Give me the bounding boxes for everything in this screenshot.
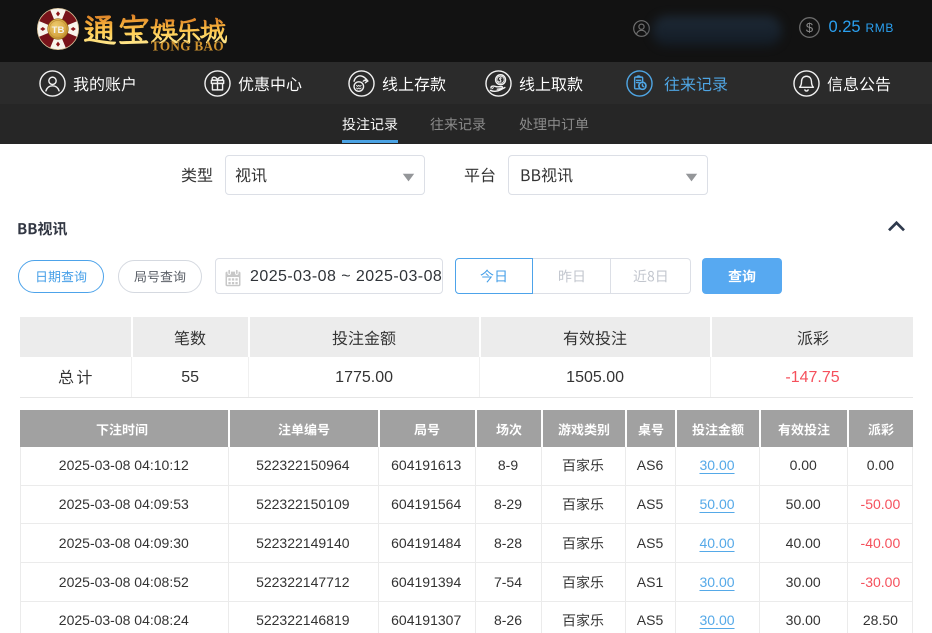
svg-text:$: $ bbox=[806, 20, 814, 35]
svg-text:TB: TB bbox=[52, 25, 65, 36]
